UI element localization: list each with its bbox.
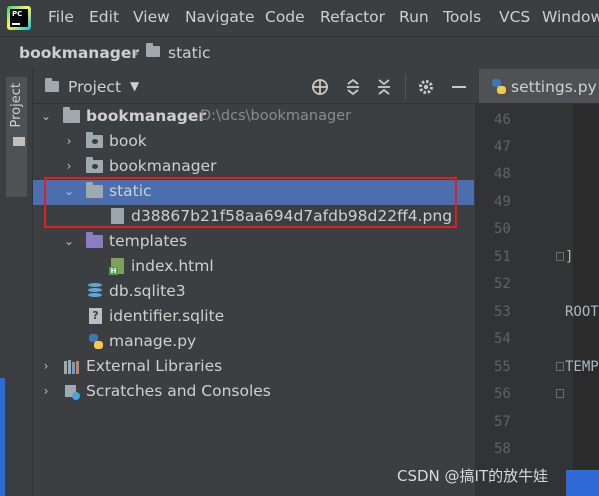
line-number: 50 — [494, 221, 511, 237]
code-line-53: ROOT — [565, 304, 599, 320]
tree-item-label: templates — [109, 232, 188, 250]
tree-item-external-libraries[interactable]: › External Libraries — [33, 355, 474, 380]
tree-item-label: External Libraries — [86, 357, 223, 375]
minimize-icon[interactable] — [450, 78, 468, 96]
fold-marker-icon[interactable] — [556, 252, 564, 261]
fold-marker-icon[interactable] — [556, 389, 564, 398]
tree-item-static[interactable]: ⌄ static — [33, 180, 474, 205]
menu-tools[interactable]: Tools — [443, 8, 481, 26]
python-file-icon — [89, 334, 103, 349]
tree-item-bookmanager[interactable]: › bookmanager — [33, 155, 474, 180]
window-edge — [0, 378, 5, 496]
tab-label: settings.py — [511, 78, 597, 96]
menu-navigate[interactable]: Navigate — [185, 8, 255, 26]
line-number: 51 — [494, 249, 511, 265]
tab-settings-py[interactable]: settings.py — [479, 69, 599, 103]
code-editor[interactable] — [573, 104, 599, 496]
tree-item-root[interactable]: ⌄ bookmanager D:\dcs\bookmanager — [33, 105, 474, 130]
tree-item-book[interactable]: › book — [33, 130, 474, 155]
tree-item-index-html[interactable]: H index.html — [33, 255, 474, 280]
python-file-icon — [492, 79, 506, 94]
tree-item-label: d38867b21f58aa694d7afdb98d22ff4.png — [131, 207, 453, 225]
tree-item-label: index.html — [131, 257, 214, 275]
tree-item-label: manage.py — [109, 332, 197, 350]
tree-item-scratches[interactable]: › Scratches and Consoles — [33, 380, 474, 405]
menu-file[interactable]: File — [48, 8, 74, 26]
line-number: 54 — [494, 331, 511, 347]
tree-item-manage-py[interactable]: manage.py — [33, 330, 474, 355]
chevron-down-icon[interactable]: ⌄ — [62, 234, 76, 248]
menu-view[interactable]: View — [133, 8, 170, 26]
line-number: 48 — [494, 166, 511, 182]
tree-item-png[interactable]: d38867b21f58aa694d7afdb98d22ff4.png — [33, 205, 474, 230]
project-tree: ⌄ bookmanager D:\dcs\bookmanager › book … — [33, 104, 474, 496]
line-number: 47 — [494, 139, 511, 155]
line-number: 49 — [494, 194, 511, 210]
gear-icon[interactable] — [417, 78, 435, 96]
line-number: 52 — [494, 276, 511, 292]
menu-edit[interactable]: Edit — [89, 8, 119, 26]
project-panel-header: Project ▼ — [33, 69, 474, 104]
menu-refactor[interactable]: Refactor — [320, 8, 385, 26]
tree-item-templates[interactable]: ⌄ templates — [33, 230, 474, 255]
line-number: 55 — [494, 359, 511, 375]
tree-item-label: book — [109, 132, 147, 150]
breadcrumb-project[interactable]: bookmanager — [19, 44, 139, 62]
project-tool-tab[interactable]: Project — [6, 77, 27, 197]
watermark-text: CSDN @搞IT的放牛娃 — [397, 467, 549, 485]
tree-item-identifier-sqlite[interactable]: ? identifier.sqlite — [33, 305, 474, 330]
chevron-right-icon[interactable]: › — [62, 159, 76, 173]
menu-run[interactable]: Run — [399, 8, 429, 26]
menu-vcs[interactable]: VCS — [499, 8, 530, 26]
collapse-all-icon[interactable] — [375, 78, 393, 96]
libraries-icon — [64, 360, 79, 374]
line-number: 58 — [494, 441, 511, 457]
tree-item-label: identifier.sqlite — [109, 307, 225, 325]
chevron-down-icon[interactable]: ▼ — [130, 79, 139, 93]
status-indicator — [566, 470, 599, 496]
panel-title[interactable]: Project — [68, 78, 121, 96]
menu-code[interactable]: Code — [265, 8, 305, 26]
locate-icon[interactable] — [311, 78, 329, 96]
code-line-51: ] — [565, 249, 574, 265]
line-number: 57 — [494, 414, 511, 430]
tree-item-label: bookmanager — [109, 157, 217, 175]
tree-item-path: D:\dcs\bookmanager — [200, 108, 352, 124]
menu-window[interactable]: Window — [542, 8, 599, 26]
editor-gutter: 46 47 48 49 50 51 52 53 54 55 56 57 58 — [475, 104, 574, 496]
breadcrumb-static[interactable]: static — [168, 44, 211, 62]
tree-item-label: static — [109, 182, 152, 200]
chevron-down-icon[interactable]: ⌄ — [39, 109, 53, 123]
chevron-right-icon: › — [133, 44, 140, 62]
scratches-icon — [65, 385, 80, 400]
pycharm-logo-icon: PC — [7, 6, 31, 30]
fold-marker-icon[interactable] — [556, 362, 564, 371]
line-number: 53 — [494, 304, 511, 320]
tree-item-label: db.sqlite3 — [109, 282, 186, 300]
editor-tab-bar: settings.py — [475, 69, 599, 104]
chevron-right-icon[interactable]: › — [39, 384, 53, 398]
breadcrumb: bookmanager › static — [0, 36, 599, 70]
line-number: 56 — [494, 386, 511, 402]
tree-item-db-sqlite3[interactable]: db.sqlite3 — [33, 280, 474, 305]
code-line-55: TEMP — [565, 359, 599, 375]
chevron-right-icon[interactable]: › — [62, 134, 76, 148]
project-tool-tab-label: Project — [9, 83, 24, 128]
chevron-right-icon[interactable]: › — [39, 359, 53, 373]
tree-item-label: Scratches and Consoles — [86, 382, 271, 400]
expand-all-icon[interactable] — [344, 78, 362, 96]
line-number: 46 — [494, 112, 511, 128]
chevron-down-icon[interactable]: ⌄ — [62, 184, 76, 198]
menu-bar: PC File Edit View Navigate Code Refactor… — [0, 0, 599, 36]
folder-icon — [13, 137, 25, 146]
tree-item-label: bookmanager — [86, 107, 207, 125]
